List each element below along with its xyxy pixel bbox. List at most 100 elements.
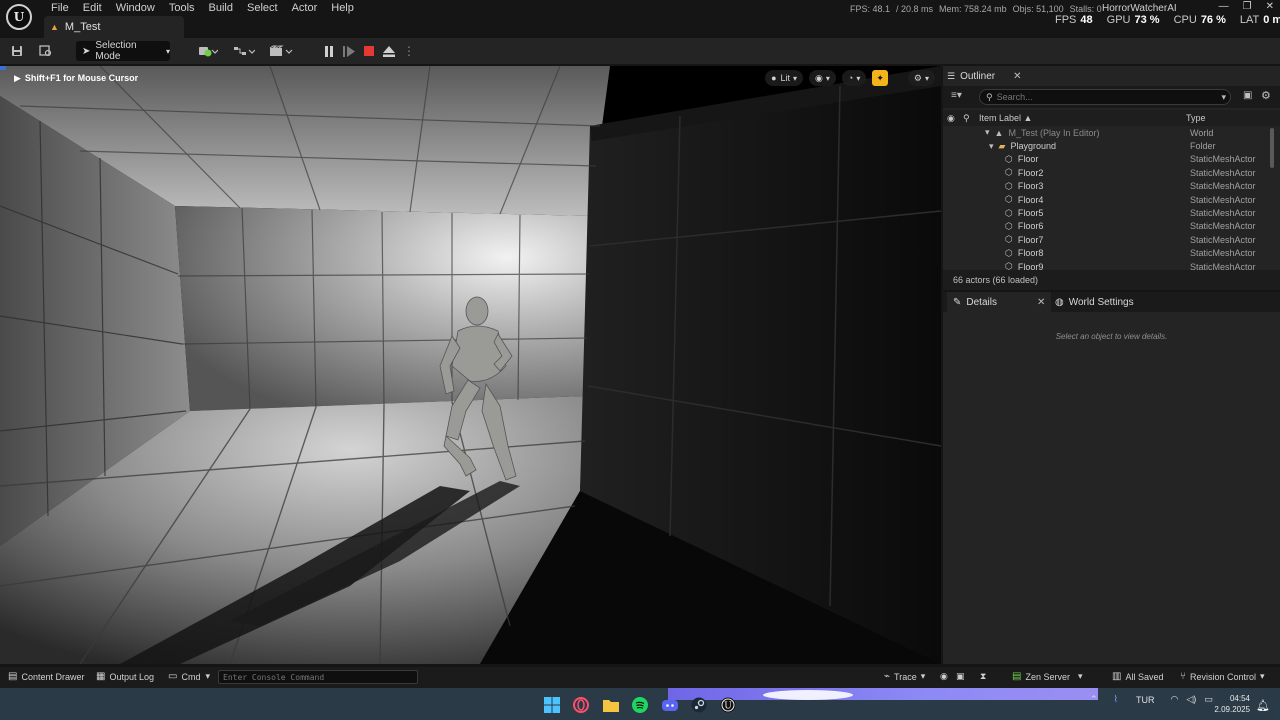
trace-dropdown[interactable]: ⌁ Trace ▾ [884, 671, 925, 682]
level-viewport[interactable]: ▶ Shift+F1 for Mouse Cursor ● Lit ▾ ◉ ▾ ◔ ▾ ✦… [0, 66, 941, 664]
file-explorer-icon[interactable] [602, 696, 620, 714]
record-icon[interactable]: ◉ [940, 671, 948, 682]
column-type[interactable]: Type [1186, 113, 1206, 123]
outliner-row-actor[interactable]: ⬡ Floor5 StaticMeshActor [943, 206, 1268, 219]
outliner-search-input[interactable] [996, 92, 1197, 102]
pin-icon[interactable]: ⚲ [963, 113, 970, 124]
fps-readout: FPS: 48.1 [850, 4, 891, 14]
view-mode-dropdown[interactable]: ● Lit ▾ [765, 70, 804, 86]
trace-label: Trace [894, 671, 917, 682]
add-actor-icon[interactable] [196, 41, 220, 61]
pause-icon[interactable] [322, 44, 336, 58]
row-type: StaticMeshActor [1190, 261, 1256, 270]
outliner-search-box[interactable]: ⚲ ▾ [979, 89, 1231, 105]
outliner-tab[interactable]: ☰ Outliner ✕ [947, 66, 1021, 86]
mouse-cursor-hint: ▶ Shift+F1 for Mouse Cursor [14, 73, 138, 84]
realtime-toggle[interactable]: ✦ [872, 70, 888, 86]
static-mesh-icon: ⬡ [1005, 180, 1013, 191]
outliner-row-world[interactable]: ▾ ▲ M_Test (Play In Editor) World [943, 126, 1268, 139]
world-settings-tab[interactable]: ◍ World Settings [1055, 292, 1134, 312]
notification-bell-icon[interactable]: 🔔︎ [1254, 696, 1272, 714]
row-type: World [1190, 127, 1214, 138]
realtime-icon: ✦ [876, 72, 884, 83]
more-options-icon[interactable]: ⋮ [402, 44, 416, 58]
menu-tools[interactable]: Tools [162, 2, 202, 14]
language-indicator[interactable]: TUR [1136, 695, 1155, 705]
play-triangle-icon: ▶ [14, 73, 21, 83]
steam-icon[interactable] [690, 696, 708, 714]
close-icon[interactable]: ✕ [1037, 297, 1045, 308]
all-saved-indicator[interactable]: ▥ All Saved [1112, 671, 1163, 682]
viewport-settings-dropdown[interactable]: ⚙ ▾ [907, 70, 935, 86]
gear-icon[interactable]: ⚙ [1261, 89, 1271, 102]
unreal-engine-taskbar-icon[interactable]: U [719, 696, 737, 714]
outliner-row-actor[interactable]: ⬡ Floor8 StaticMeshActor [943, 247, 1268, 260]
perf-stats: FPS: 48.1 / 20.8 ms Mem: 758.24 mb Objs: 51… [850, 4, 1108, 14]
menu-actor[interactable]: Actor [285, 2, 325, 14]
outliner-row-actor[interactable]: ⬡ Floor4 StaticMeshActor [943, 193, 1268, 206]
menu-build[interactable]: Build [202, 2, 240, 14]
hourglass-icon[interactable]: ⧗ [980, 671, 986, 682]
column-item-label[interactable]: Item Label ▲ [979, 113, 1032, 123]
cmd-dropdown[interactable]: ▭ Cmd ▾ [168, 671, 210, 682]
actor-count: 66 actors (66 loaded) [943, 270, 1280, 290]
row-type: StaticMeshActor [1190, 248, 1256, 259]
cinematics-icon[interactable] [268, 41, 294, 61]
row-label: Floor2 [1017, 167, 1044, 178]
show-flags-dropdown[interactable]: ◉ ▾ [809, 70, 836, 86]
blueprint-icon[interactable] [232, 41, 256, 61]
static-mesh-icon: ⬡ [1005, 247, 1013, 258]
menu-help[interactable]: Help [324, 2, 361, 14]
spotify-icon[interactable] [631, 696, 649, 714]
outliner-row-actor[interactable]: ⬡ Floor9 StaticMeshActor [943, 260, 1268, 270]
stop-icon[interactable] [362, 44, 376, 58]
menu-file[interactable]: File [44, 2, 76, 14]
volume-icon[interactable]: ◁) [1186, 694, 1196, 705]
outliner-row-actor[interactable]: ⬡ Floor2 StaticMeshActor [943, 166, 1268, 179]
outliner-row-actor[interactable]: ⬡ Floor7 StaticMeshActor [943, 233, 1268, 246]
content-browse-icon[interactable] [38, 41, 54, 61]
outliner-row-actor[interactable]: ⬡ Floor6 StaticMeshActor [943, 220, 1268, 233]
filter-icon[interactable]: ≡▾ [951, 90, 962, 101]
unreal-logo-icon[interactable]: U [6, 4, 32, 30]
level-tab[interactable]: ▲ M_Test [44, 16, 184, 38]
menu-window[interactable]: Window [109, 2, 162, 14]
stat-gpu-label: GPU [1106, 14, 1131, 26]
save-icon[interactable] [10, 41, 24, 61]
details-panel: ✎ Details ✕ ◍ World Settings Select an o… [943, 292, 1280, 664]
close-window-icon[interactable]: ✕ [1266, 1, 1274, 12]
stat-cpu-value: 76 % [1200, 14, 1226, 26]
world-settings-label: World Settings [1068, 296, 1134, 308]
performance-scalability-dropdown[interactable]: ◔ ▾ [841, 70, 867, 86]
content-drawer-button[interactable]: ▤ Content Drawer [8, 671, 84, 682]
outliner-row-actor[interactable]: ⬡ Floor3 StaticMeshActor [943, 180, 1268, 193]
frame-skip-icon[interactable] [342, 44, 356, 58]
chevron-up-icon[interactable]: ⌃ [1090, 694, 1098, 705]
eject-icon[interactable] [382, 44, 396, 58]
output-log-button[interactable]: ▦ Output Log [96, 671, 154, 682]
console-command-input[interactable] [218, 670, 418, 684]
outliner-row-folder[interactable]: ▾ ▰ Playground Folder [943, 139, 1268, 152]
output-log-label: Output Log [109, 671, 154, 682]
add-folder-icon[interactable]: ▣ [1243, 90, 1252, 101]
menu-edit[interactable]: Edit [76, 2, 109, 14]
minimize-icon[interactable]: — [1219, 1, 1229, 12]
outliner-scrollbar[interactable] [1270, 128, 1274, 168]
visibility-eye-icon[interactable]: ◉ [947, 113, 955, 124]
wifi-icon[interactable]: ◠ [1170, 694, 1178, 705]
restore-icon[interactable]: ❐ [1243, 1, 1252, 12]
outliner-row-actor[interactable]: ⬡ Floor StaticMeshActor [943, 153, 1268, 166]
zen-server-dropdown[interactable]: ▤ Zen Server ▾ [1012, 671, 1083, 682]
details-tab[interactable]: ✎ Details ✕ [947, 292, 1052, 312]
screenshot-icon[interactable]: ▣ [956, 671, 965, 682]
taskbar-clock[interactable]: 04:54 2.09.2025 [1212, 693, 1250, 715]
chevron-down-icon[interactable]: ▾ [1221, 92, 1226, 103]
menu-select[interactable]: Select [240, 2, 285, 14]
browser-icon[interactable] [572, 696, 590, 714]
windows-start-icon[interactable] [543, 696, 561, 714]
discord-icon[interactable] [661, 696, 679, 714]
selection-mode-dropdown[interactable]: ➤ Selection Mode ▾ [76, 40, 170, 62]
network-adapter-icon[interactable]: ⌇ [1114, 694, 1118, 705]
close-icon[interactable]: ✕ [1013, 71, 1021, 82]
revision-control-dropdown[interactable]: ⑂ Revision Control ▾ [1180, 671, 1265, 682]
